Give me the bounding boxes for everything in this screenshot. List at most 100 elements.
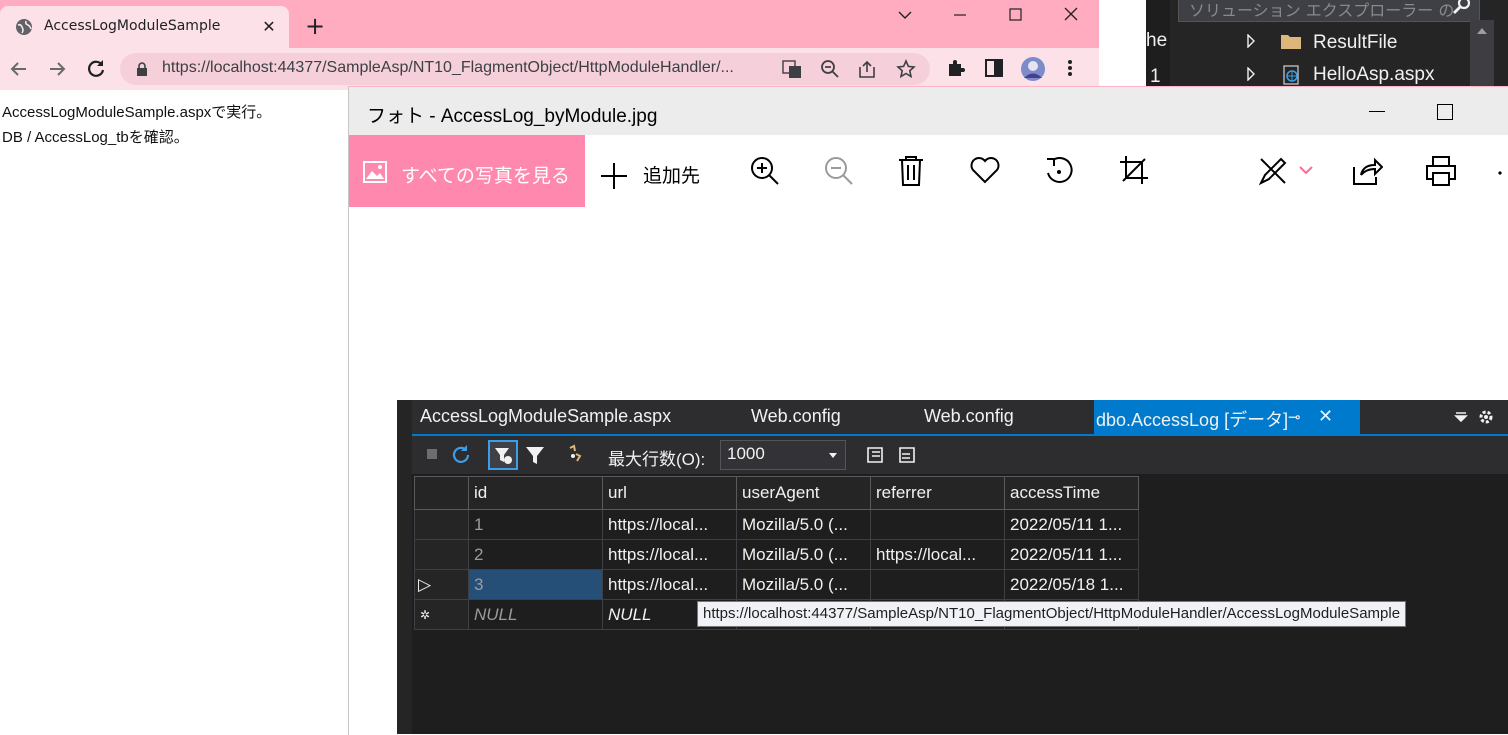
chevron-down-icon[interactable] (1299, 165, 1313, 175)
editor-fragment: 1 (1150, 66, 1161, 87)
scrollbar[interactable] (1470, 20, 1494, 90)
editor-edge: he 1 (1146, 0, 1170, 90)
filter-sort-icon[interactable] (488, 440, 518, 470)
cell-id[interactable]: 2 (468, 539, 603, 570)
url-tooltip: https://localhost:44377/SampleAsp/NT10_F… (697, 601, 1407, 627)
solution-search-input[interactable]: ソリューション エクスプローラー の (1178, 0, 1480, 22)
script-icon[interactable] (564, 444, 584, 466)
column-header[interactable]: id (468, 476, 603, 510)
cell-id-selected[interactable]: 3 (468, 569, 603, 600)
search-icon[interactable] (1451, 0, 1473, 17)
tab-close-button[interactable]: ✕ (258, 16, 280, 38)
translate-icon[interactable] (782, 59, 802, 79)
favorite-icon[interactable] (969, 155, 1001, 185)
plus-icon[interactable] (599, 161, 629, 191)
column-header[interactable]: referrer (870, 476, 1005, 510)
print-icon[interactable] (1425, 155, 1457, 187)
minimize-button[interactable] (950, 8, 970, 22)
avatar[interactable] (1020, 56, 1046, 82)
browser-tab[interactable]: AccessLogModuleSample ✕ (0, 6, 289, 48)
max-rows-select[interactable]: 1000 (720, 440, 846, 470)
more-icon[interactable] (1497, 171, 1505, 175)
cell-accesstime[interactable]: 2022/05/11 1... (1004, 509, 1139, 540)
browser-toolbar: https://localhost:44377/SampleAsp/NT10_F… (0, 48, 1099, 90)
pin-icon[interactable]: ⊸ (1288, 408, 1301, 426)
share-icon[interactable] (858, 59, 878, 79)
url-text: https://localhost:44377/SampleAsp/NT10_F… (162, 59, 734, 76)
stop-icon[interactable] (426, 448, 438, 460)
add-to-button[interactable]: 追加先 (643, 161, 700, 188)
cell-accesstime[interactable]: 2022/05/11 1... (1004, 539, 1139, 570)
tree-item-label[interactable]: HelloAsp.aspx (1313, 64, 1434, 86)
reload-icon[interactable] (84, 57, 108, 81)
rotate-icon[interactable] (1043, 155, 1075, 187)
maximize-button[interactable] (1437, 104, 1453, 120)
back-arrow-icon[interactable] (8, 58, 30, 80)
row-header[interactable] (414, 509, 469, 540)
cell-url[interactable]: https://local... (602, 539, 737, 570)
document-tabs: AccessLogModuleSample.aspx Web.config We… (412, 400, 1508, 436)
doc-tab-active[interactable]: dbo.AccessLog [データ] ⊸ ✕ (1094, 400, 1360, 434)
cell-useragent[interactable]: Mozilla/5.0 (... (736, 569, 871, 600)
photo-image: AccessLogModuleSample.aspx Web.config We… (397, 400, 1508, 734)
zoom-out-icon[interactable] (823, 155, 855, 187)
dropdown-icon[interactable] (1454, 410, 1468, 424)
photos-titlebar: フォト - AccessLog_byModule.jpg (349, 87, 1508, 135)
tree-item-label[interactable]: ResultFile (1313, 32, 1397, 54)
side-panel-icon[interactable] (984, 58, 1004, 78)
page-line: AccessLogModuleSample.aspxで実行。 (2, 104, 272, 121)
cell-referrer[interactable]: https://local... (870, 539, 1005, 570)
zoom-in-icon[interactable] (749, 155, 781, 187)
editor-fragment: he (1146, 30, 1168, 51)
maximize-button[interactable] (1006, 6, 1026, 24)
export-icon[interactable] (864, 444, 886, 466)
doc-tab[interactable]: Web.config (751, 406, 841, 427)
puzzle-icon[interactable] (946, 58, 966, 78)
edit-icon[interactable] (1257, 155, 1289, 187)
doc-tab[interactable]: AccessLogModuleSample.aspx (420, 406, 671, 427)
column-header[interactable]: accessTime (1004, 476, 1139, 510)
row-header-corner[interactable] (414, 476, 469, 510)
cell-useragent[interactable]: Mozilla/5.0 (... (736, 509, 871, 540)
gear-icon[interactable] (1478, 409, 1494, 425)
expand-triangle-icon[interactable] (1246, 67, 1256, 81)
table-row[interactable]: 2 https://local... Mozilla/5.0 (... http… (414, 539, 1139, 570)
cell-url[interactable]: https://local... (602, 569, 737, 600)
close-icon[interactable]: ✕ (1318, 406, 1333, 427)
page-content: AccessLogModuleSample.aspxで実行。 DB / Acce… (2, 100, 271, 150)
forward-arrow-icon[interactable] (46, 58, 68, 80)
lock-icon[interactable] (136, 62, 148, 76)
table-row[interactable]: ▷ 3 https://local... Mozilla/5.0 (... 20… (414, 569, 1139, 600)
new-row-icon[interactable]: ✲ (414, 599, 469, 630)
row-header[interactable] (414, 539, 469, 570)
filter-icon[interactable] (524, 444, 546, 466)
minimize-button[interactable] (1369, 111, 1385, 112)
refresh-icon[interactable] (450, 444, 472, 466)
doc-tab[interactable]: Web.config (924, 406, 1014, 427)
zoom-icon[interactable] (820, 59, 840, 79)
cell-accesstime[interactable]: 2022/05/18 1... (1004, 569, 1139, 600)
address-bar[interactable]: https://localhost:44377/SampleAsp/NT10_F… (120, 53, 930, 85)
current-row-icon[interactable]: ▷ (414, 569, 469, 600)
new-tab-button[interactable]: + (305, 14, 325, 38)
folder-icon (1280, 32, 1302, 50)
menu-icon[interactable] (1066, 58, 1074, 78)
cell-id[interactable]: NULL (468, 599, 603, 630)
cell-url[interactable]: https://local... (602, 509, 737, 540)
close-button[interactable] (1061, 6, 1081, 24)
cell-id[interactable]: 1 (468, 509, 603, 540)
tab-search-icon[interactable] (896, 8, 914, 22)
delete-icon[interactable] (897, 155, 925, 187)
see-all-photos-button[interactable]: すべての写真を見る (349, 135, 585, 207)
cell-referrer[interactable] (870, 569, 1005, 600)
import-icon[interactable] (896, 444, 918, 466)
expand-triangle-icon[interactable] (1246, 34, 1256, 48)
share-icon[interactable] (1351, 155, 1383, 187)
crop-icon[interactable] (1119, 155, 1149, 185)
table-row[interactable]: 1 https://local... Mozilla/5.0 (... 2022… (414, 509, 1139, 540)
cell-referrer[interactable] (870, 509, 1005, 540)
column-header[interactable]: userAgent (736, 476, 871, 510)
cell-useragent[interactable]: Mozilla/5.0 (... (736, 539, 871, 570)
column-header[interactable]: url (602, 476, 737, 510)
bookmark-star-icon[interactable] (896, 59, 916, 79)
